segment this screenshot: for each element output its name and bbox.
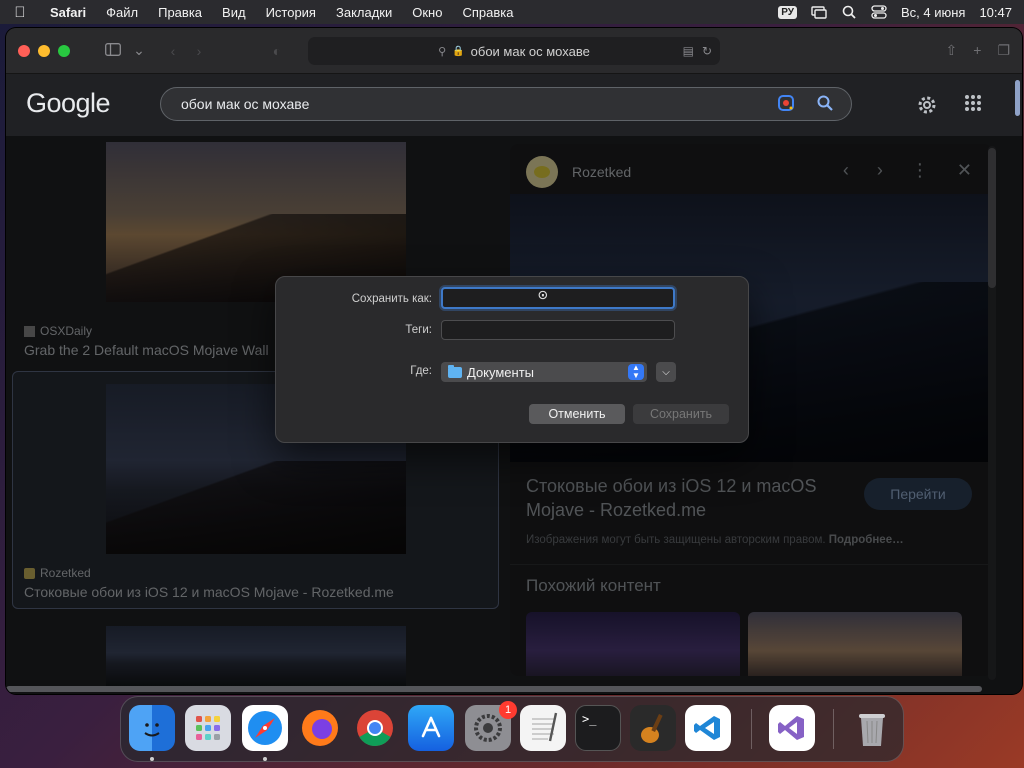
save-as-label: Сохранить как: — [351, 293, 432, 305]
folder-icon — [448, 364, 462, 378]
horizontal-scrollbar[interactable] — [6, 686, 982, 692]
where-label: Где: — [410, 365, 432, 377]
safari-toolbar: ⌄ ‹ › ◐ ⚲ 🔒 обои мак ос мохаве ▤ ↻ ⇧ + ❐ — [6, 28, 1022, 74]
textedit-icon[interactable] — [520, 705, 566, 751]
chrome-icon[interactable] — [352, 705, 398, 751]
privacy-shield-icon[interactable]: ◐ — [264, 43, 290, 59]
save-button[interactable]: Сохранить — [633, 404, 729, 424]
trash-icon[interactable] — [849, 705, 895, 751]
google-search-box[interactable]: обои мак ос мохаве — [160, 87, 852, 121]
tab-overview-icon[interactable]: ❐ — [997, 42, 1010, 59]
sidebar-toggle-icon[interactable] — [100, 42, 126, 59]
safari-icon[interactable] — [242, 705, 288, 751]
location-value: Документы — [467, 364, 535, 380]
menu-bookmarks[interactable]: Закладки — [326, 5, 402, 20]
dock-separator — [751, 709, 752, 749]
dock: 1 >_ — [120, 696, 904, 762]
page-scroll-indicator[interactable] — [1015, 80, 1020, 116]
safari-running-dot — [263, 757, 267, 761]
apps-grid-icon[interactable] — [964, 94, 982, 121]
address-bar[interactable]: ⚲ 🔒 обои мак ос мохаве ▤ ↻ — [308, 37, 720, 65]
menubar-date[interactable]: Вс, 4 июня — [901, 5, 965, 20]
google-header: Google обои мак ос мохаве — [6, 74, 1022, 136]
lock-icon: 🔒 — [452, 45, 465, 57]
new-tab-icon[interactable]: + — [973, 42, 981, 59]
app-store-icon[interactable] — [408, 705, 454, 751]
chevron-down-icon[interactable]: ⌄ — [126, 42, 152, 59]
gear-icon[interactable] — [916, 94, 938, 121]
cancel-button[interactable]: Отменить — [529, 404, 625, 424]
visual-studio-icon[interactable] — [769, 705, 815, 751]
close-window-button[interactable] — [18, 44, 30, 57]
google-search-text: обои мак ос мохаве — [181, 96, 310, 112]
menu-edit[interactable]: Правка — [148, 5, 212, 20]
address-text: обои мак ос мохаве — [470, 43, 590, 59]
minimize-window-button[interactable] — [38, 44, 50, 57]
menu-bar:  Safari Файл Правка Вид История Закладк… — [0, 0, 1024, 24]
expand-dialog-button[interactable]: ⌵ — [656, 362, 676, 382]
save-dialog: Сохранить как: ⊙ Теги: Где: Документы ▲ ▼… — [275, 276, 749, 443]
dock-separator-2 — [833, 709, 834, 749]
search-small-icon: ⚲ — [438, 45, 447, 58]
input-language-badge[interactable]: РУ — [778, 5, 797, 19]
updown-chevron-icon: ▲ ▼ — [628, 364, 644, 380]
text-cursor-icon: ⊙ — [538, 285, 548, 304]
google-logo[interactable]: Google — [26, 88, 111, 119]
menu-app-name[interactable]: Safari — [40, 5, 96, 20]
zoom-window-button[interactable] — [58, 44, 70, 57]
screen-mirroring-icon[interactable] — [811, 5, 827, 19]
finder-running-dot — [150, 757, 154, 761]
firefox-icon[interactable] — [297, 705, 343, 751]
menu-view[interactable]: Вид — [212, 5, 256, 20]
menu-window[interactable]: Окно — [402, 5, 452, 20]
location-select[interactable]: Документы ▲ ▼ — [441, 362, 647, 382]
google-lens-icon[interactable] — [777, 94, 795, 115]
apple-icon[interactable]:  — [0, 4, 40, 21]
tags-input[interactable] — [441, 320, 675, 340]
back-arrow-icon[interactable]: ‹ — [160, 43, 186, 59]
menubar-clock[interactable]: 10:47 — [979, 5, 1012, 20]
terminal-icon[interactable]: >_ — [575, 705, 621, 751]
menu-file[interactable]: Файл — [96, 5, 148, 20]
spotlight-search-icon[interactable] — [841, 5, 857, 19]
settings-notification-badge: 1 — [499, 701, 517, 719]
translate-icon[interactable]: ▤ — [683, 44, 694, 58]
window-controls — [6, 44, 70, 57]
share-icon[interactable]: ⇧ — [946, 42, 958, 59]
forward-arrow-icon[interactable]: › — [186, 43, 212, 59]
save-as-input[interactable] — [441, 287, 675, 309]
control-center-icon[interactable] — [871, 5, 887, 19]
reload-icon[interactable]: ↻ — [702, 44, 712, 58]
garageband-icon[interactable] — [630, 705, 676, 751]
chevron-down-icon: ⌵ — [662, 366, 670, 378]
menu-help[interactable]: Справка — [452, 5, 523, 20]
search-icon[interactable] — [817, 95, 833, 114]
finder-icon[interactable] — [129, 705, 175, 751]
launchpad-icon[interactable] — [185, 705, 231, 751]
system-settings-icon[interactable]: 1 — [465, 701, 517, 751]
tags-label: Теги: — [405, 324, 432, 336]
menu-history[interactable]: История — [256, 5, 326, 20]
vscode-icon[interactable] — [685, 705, 731, 751]
